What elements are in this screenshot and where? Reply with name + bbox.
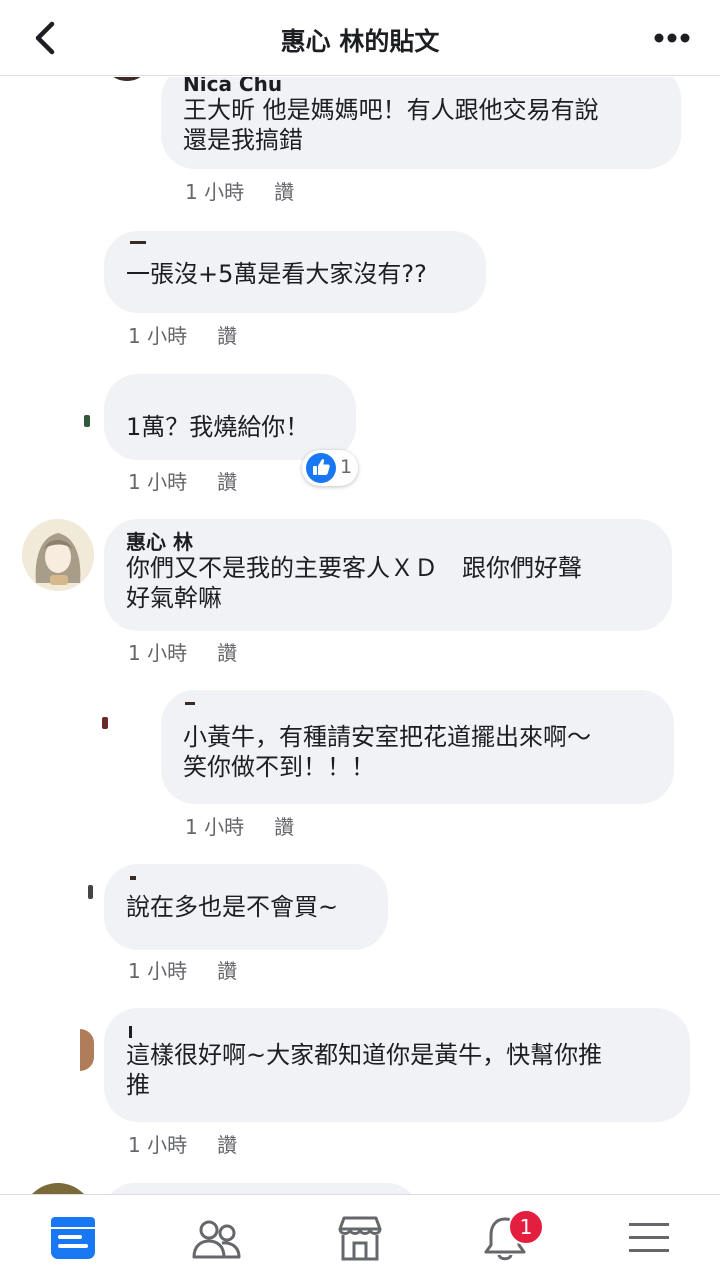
comment-time[interactable]: 1 小時 [128,466,187,495]
like-link[interactable]: 讚 [217,320,237,349]
top-bar: 惠心 林的貼文 [0,0,720,76]
comment-author[interactable] [183,704,652,722]
comment-time[interactable]: 1 小時 [185,176,244,205]
comment-text: 一張沒+5萬是看大家沒有?? [126,260,427,288]
comment-meta: 1 小時 讚 [128,466,237,495]
comment-bubble[interactable]: 小黃牛，有種請安室把花道擺出來啊～ 笑你做不到！！！ [161,690,674,804]
like-link[interactable]: 讚 [217,637,237,666]
redacted-name [185,702,195,705]
like-link[interactable]: 讚 [274,176,294,205]
marketplace-icon[interactable] [335,1213,385,1263]
redacted-name [130,876,136,880]
thumbs-up-icon [306,453,336,483]
comment-author[interactable] [126,878,366,892]
redacted-name [129,1026,132,1038]
comment-meta: 1 小時 讚 [185,176,294,205]
menu-icon[interactable] [624,1213,674,1263]
comment-author[interactable] [126,1022,668,1040]
reaction-count: 1 [340,456,353,478]
friends-icon[interactable] [192,1213,242,1263]
like-link[interactable]: 讚 [217,466,237,495]
comment-text: 這樣很好啊~大家都知道你是黃牛，快幫你推 推 [126,1041,603,1099]
comment-bubble[interactable]: 1萬？我燒給你！ [104,374,356,460]
comment-time[interactable]: 1 小時 [128,1129,187,1158]
comment-meta: 1 小時 讚 [128,637,237,666]
comment-text: 你們又不是我的主要客人ＸＤ 跟你們好聲 好氣幹嘛 [126,554,582,612]
comment-bubble[interactable]: 這樣很好啊~大家都知道你是黃牛，快幫你推 推 [104,1008,690,1122]
comment-meta: 1 小時 讚 [128,1129,237,1158]
comment-bubble[interactable]: 說在多也是不會買~ [104,864,388,950]
comment-text: 1萬？我燒給你！ [126,413,310,441]
chevron-left-icon[interactable] [26,16,66,60]
like-link[interactable]: 讚 [217,1129,237,1158]
comment-author[interactable] [126,245,464,251]
comment-time[interactable]: 1 小時 [128,637,187,666]
avatar[interactable] [80,1029,94,1071]
comment-bubble[interactable]: 惠心 林 你們又不是我的主要客人ＸＤ 跟你們好聲 好氣幹嘛 [104,519,672,631]
comment-text: 小黃牛，有種請安室把花道擺出來啊～ 笑你做不到！！！ [183,723,591,781]
avatar[interactable] [22,1183,94,1194]
avatar[interactable] [22,519,94,591]
comment-bubble[interactable]: Nica Chu 王大昕 他是媽媽吧！有人跟他交易有說 還是我搞錯 [161,77,681,169]
avatar[interactable] [102,717,108,729]
avatar[interactable] [102,77,152,81]
like-link[interactable]: 讚 [217,955,237,984]
comment-meta: 1 小時 讚 [128,320,237,349]
comment-author[interactable]: 惠心 林 [126,531,650,553]
comment-meta: 1 小時 讚 [185,811,294,840]
page-title: 惠心 林的貼文 [280,27,440,56]
comment-text: 王大昕 他是媽媽吧！有人跟他交易有說 還是我搞錯 [183,96,599,154]
avatar[interactable] [84,415,90,427]
notification-badge: 1 [508,1209,544,1245]
comment-time[interactable]: 1 小時 [128,320,187,349]
reaction-badge[interactable]: 1 [302,450,358,486]
bottom-nav: 1 [0,1194,720,1280]
like-link[interactable]: 讚 [274,811,294,840]
comment-bubble[interactable]: 一張沒+5萬是看大家沒有?? [104,231,486,313]
avatar[interactable] [88,885,93,899]
comment-time[interactable]: 1 小時 [128,955,187,984]
comment-author[interactable]: Nica Chu [183,77,659,95]
comment-feed: Nica Chu 王大昕 他是媽媽吧！有人跟他交易有說 還是我搞錯 1 小時讚 … [0,77,720,1194]
comment-bubble[interactable] [104,1183,418,1194]
comment-time[interactable]: 1 小時 [185,811,244,840]
redacted-name [130,241,146,244]
comment-text: 說在多也是不會買~ [126,893,339,921]
more-horizontal-icon[interactable] [650,20,694,56]
news-feed-icon[interactable] [48,1213,98,1263]
comment-meta: 1 小時 讚 [128,955,237,984]
